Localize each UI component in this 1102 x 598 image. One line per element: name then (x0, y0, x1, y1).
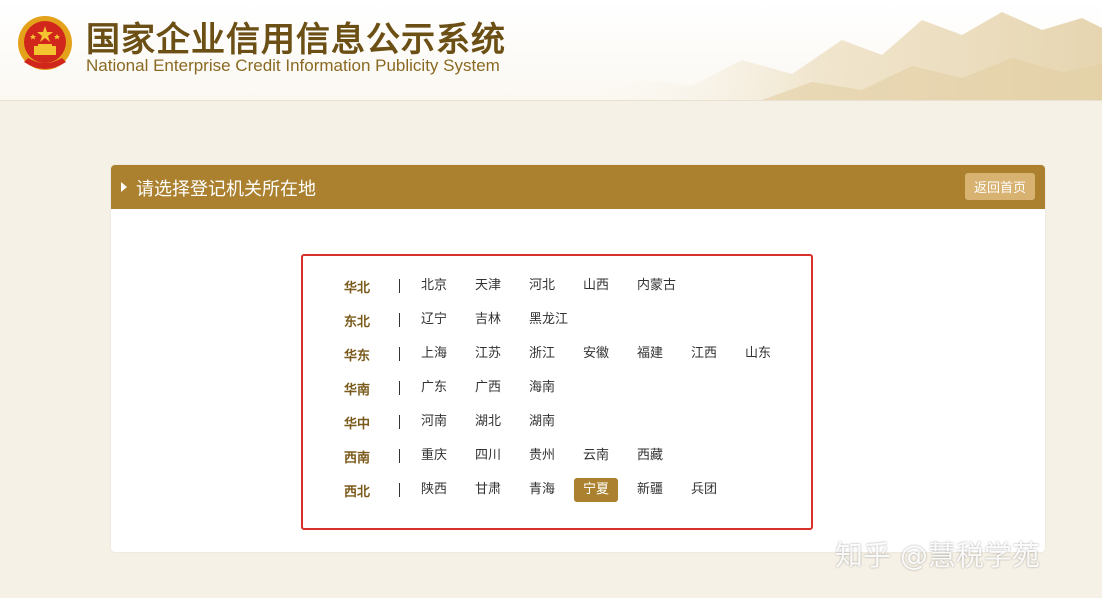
province-link[interactable]: 湖北 (475, 410, 501, 434)
region-name: 西北 (344, 485, 371, 500)
return-home-button[interactable]: 返回首页 (964, 173, 1035, 200)
province-link[interactable]: 陕西 (421, 478, 447, 502)
site-header: 国家企业信用信息公示系统 National Enterprise Credit … (0, 0, 1102, 101)
province-link[interactable]: 湖南 (529, 410, 555, 434)
region-name: 华北 (344, 281, 371, 296)
region-row: 东北 辽宁 吉林 黑龙江 (303, 308, 811, 332)
province-link[interactable]: 宁夏 (574, 478, 619, 502)
province-link[interactable]: 天津 (475, 274, 501, 298)
region-row: 西南 重庆 四川 贵州 云南 西藏 (303, 444, 811, 468)
province-link[interactable]: 贵州 (529, 444, 555, 468)
province-link[interactable]: 四川 (475, 444, 501, 468)
province-link[interactable]: 甘肃 (475, 478, 501, 502)
province-link[interactable]: 河北 (529, 274, 555, 298)
region-name: 东北 (344, 315, 371, 330)
region-name: 华中 (344, 417, 371, 432)
province-link[interactable]: 山东 (745, 342, 771, 366)
region-list: 华北 北京 天津 河北 山西 内蒙古东北 辽宁 吉林 黑龙江华东 上海 江苏 浙江 安徽 福建 江西 山东华南… (301, 254, 813, 530)
province-link[interactable]: 上海 (421, 342, 447, 366)
province-link[interactable]: 西藏 (637, 444, 663, 468)
province-link[interactable]: 内蒙古 (637, 274, 676, 298)
panel-title: 请选择登记机关所在地 (136, 179, 316, 200)
province-link[interactable]: 河南 (421, 410, 447, 434)
province-link[interactable]: 福建 (637, 342, 663, 366)
region-name: 西南 (344, 451, 371, 466)
province-link[interactable]: 安徽 (583, 342, 609, 366)
panel-title-bar: 请选择登记机关所在地 返回首页 (111, 165, 1045, 209)
region-separator (399, 313, 400, 327)
site-subtitle: National Enterprise Credit Information P… (86, 56, 500, 75)
region-separator (399, 483, 400, 497)
region-separator (399, 449, 400, 463)
region-name: 华东 (344, 349, 371, 364)
region-row: 华北 北京 天津 河北 山西 内蒙古 (303, 274, 811, 298)
mountain-landscape-decoration (582, 12, 1102, 100)
triangle-right-icon (121, 182, 127, 192)
region-separator (399, 279, 400, 293)
province-link[interactable]: 吉林 (475, 308, 501, 332)
region-separator (399, 381, 400, 395)
site-title: 国家企业信用信息公示系统 (86, 20, 506, 60)
province-link[interactable]: 兵团 (691, 478, 717, 502)
watermark-text: 知乎 @慧税学苑 (835, 539, 1040, 572)
region-row: 华南 广东 广西 海南 (303, 376, 811, 400)
province-link[interactable]: 青海 (529, 478, 555, 502)
province-link[interactable]: 山西 (583, 274, 609, 298)
province-link[interactable]: 云南 (583, 444, 609, 468)
province-link[interactable]: 新疆 (637, 478, 663, 502)
region-separator (399, 347, 400, 361)
province-link[interactable]: 广东 (421, 376, 447, 400)
province-link[interactable]: 浙江 (529, 342, 555, 366)
province-link[interactable]: 黑龙江 (529, 308, 568, 332)
region-row: 西北 陕西 甘肃 青海 宁夏 新疆 兵团 (303, 478, 811, 502)
province-link[interactable]: 江西 (691, 342, 717, 366)
province-link[interactable]: 北京 (421, 274, 447, 298)
province-link[interactable]: 辽宁 (421, 308, 447, 332)
province-link[interactable]: 海南 (529, 376, 555, 400)
province-link[interactable]: 重庆 (421, 444, 447, 468)
province-link[interactable]: 江苏 (475, 342, 501, 366)
national-emblem-icon (18, 16, 72, 70)
region-name: 华南 (344, 383, 371, 398)
region-selection-panel: 请选择登记机关所在地 返回首页 华北 北京 天津 河北 山西 内蒙古东北 辽宁 吉林 黑龙江华东… (111, 165, 1045, 552)
region-row: 华东 上海 江苏 浙江 安徽 福建 江西 山东 (303, 342, 811, 366)
region-row: 华中 河南 湖北 湖南 (303, 410, 811, 434)
province-link[interactable]: 广西 (475, 376, 501, 400)
region-separator (399, 415, 400, 429)
